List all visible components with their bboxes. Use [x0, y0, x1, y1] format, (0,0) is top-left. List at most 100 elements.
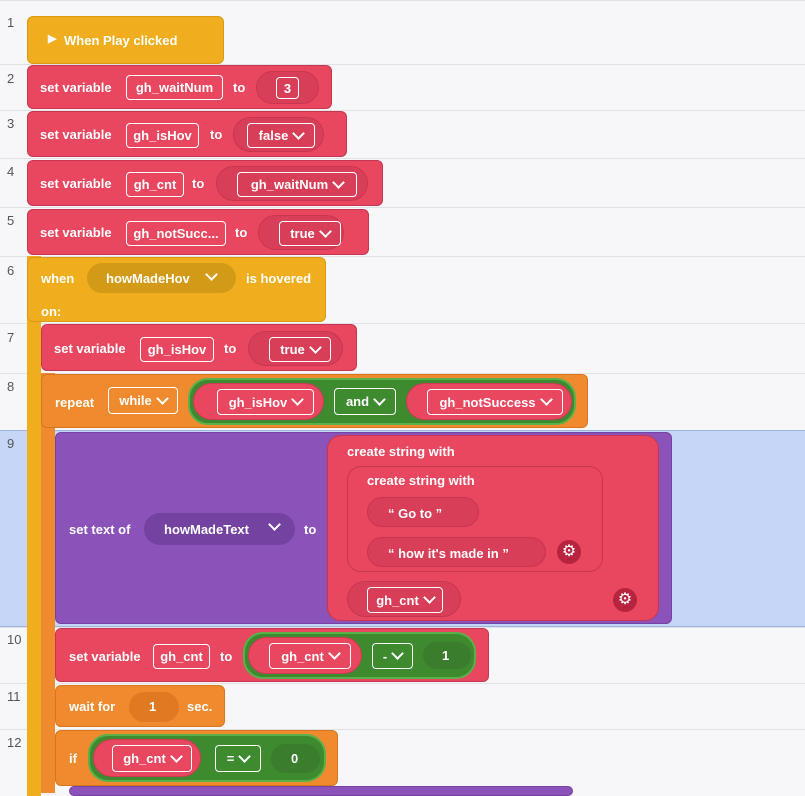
arithmetic-expression[interactable]: gh_cnt - 1	[243, 632, 476, 679]
dropdown-value: true	[290, 226, 315, 241]
set-variable-block[interactable]: set variable gh_cnt to gh_cnt - 1	[55, 628, 489, 682]
number-value: 1	[149, 699, 157, 714]
line-number: 4	[7, 164, 15, 179]
variable-name[interactable]: gh_isHov	[140, 337, 214, 362]
dropdown-value: gh_cnt	[376, 592, 419, 608]
expression-operand: gh_cnt	[248, 637, 362, 674]
wait-block[interactable]: wait for 1 sec.	[55, 685, 225, 727]
loop-mode-dropdown[interactable]: while	[108, 387, 178, 414]
set-text-block[interactable]: set text of howMadeText to create string…	[55, 432, 672, 624]
value-slot: 3	[256, 71, 319, 104]
dropdown-value: =	[226, 751, 235, 766]
dropdown-value: howMadeText	[164, 522, 249, 537]
when-hovered-block[interactable]: when howMadeHov is hovered on:	[27, 257, 326, 322]
keyword-label: set variable	[40, 127, 112, 142]
keyword-label: is hovered	[246, 271, 312, 286]
dropdown-value: gh_notSuccess	[439, 394, 536, 410]
keyword-label: to	[233, 80, 246, 95]
object-dropdown[interactable]: howMadeText	[144, 513, 295, 545]
chevron-down-icon	[422, 591, 436, 604]
string-literal[interactable]: “ how it's made in ”	[367, 537, 546, 567]
keyword-label: to	[220, 649, 233, 664]
variable-name[interactable]: gh_waitNum	[126, 75, 223, 100]
variable-name[interactable]: gh_isHov	[126, 123, 199, 148]
keyword-label: set variable	[40, 176, 112, 191]
gear-icon[interactable]: ⚙	[557, 540, 581, 564]
chevron-down-icon	[155, 391, 169, 405]
play-icon: ▶	[48, 33, 57, 45]
event-label: When Play clicked	[64, 33, 178, 48]
chevron-down-icon	[169, 749, 183, 763]
variable-dropdown[interactable]: gh_notSuccess	[427, 389, 563, 415]
set-variable-block[interactable]: set variable gh_isHov to false	[27, 111, 347, 157]
set-variable-block[interactable]: set variable gh_notSucc... to true	[27, 209, 369, 255]
number-input[interactable]: 3	[276, 77, 299, 99]
line-number: 11	[7, 689, 21, 704]
keyword-label: repeat	[55, 395, 95, 410]
if-block[interactable]: if gh_cnt = 0	[55, 730, 338, 786]
variable-dropdown[interactable]: gh_cnt	[367, 587, 443, 613]
keyword-label: set variable	[69, 649, 141, 664]
hover-event-spine	[27, 256, 41, 796]
chevron-down-icon	[391, 647, 405, 660]
number-slot[interactable]: 0	[271, 744, 320, 773]
line-number: 3	[7, 116, 15, 131]
value-slot: true	[248, 331, 343, 366]
value-slot: gh_cnt	[347, 581, 461, 617]
line-number: 8	[7, 379, 15, 394]
line-number: 12	[7, 735, 22, 750]
keyword-label: on:	[41, 304, 62, 319]
dropdown-value: -	[382, 648, 388, 664]
condition-operand: gh_notSuccess	[406, 383, 572, 420]
nested-create-string-block[interactable]: create string with “ Go to ” “ how it's …	[347, 466, 603, 572]
object-dropdown[interactable]: howMadeHov	[87, 263, 236, 293]
when-play-clicked-block[interactable]: ▶ When Play clicked	[27, 16, 224, 64]
dropdown-value: gh_waitNum	[250, 177, 329, 192]
string-value: “ how it's made in ”	[388, 546, 509, 561]
line-number: 6	[7, 263, 15, 278]
and-condition[interactable]: gh_isHov and gh_notSuccess	[188, 378, 576, 425]
math-operator-dropdown[interactable]: -	[372, 643, 413, 669]
logic-operator-dropdown[interactable]: and	[334, 388, 396, 415]
number-slot[interactable]: 1	[423, 642, 471, 669]
keyword-label: when	[41, 271, 75, 286]
number-value: 1	[442, 648, 450, 663]
variable-dropdown[interactable]: gh_waitNum	[237, 172, 357, 197]
dropdown-value: gh_cnt	[123, 751, 166, 766]
variable-dropdown[interactable]: gh_cnt	[269, 643, 351, 669]
keyword-label: to	[224, 341, 237, 356]
number-slot[interactable]: 1	[129, 692, 179, 722]
repeat-while-block[interactable]: repeat while gh_isHov and gh_notSuccess	[41, 374, 588, 428]
boolean-dropdown[interactable]: false	[247, 123, 315, 148]
boolean-dropdown[interactable]: true	[269, 337, 331, 362]
boolean-dropdown[interactable]: true	[279, 221, 341, 246]
keyword-label: sec.	[187, 699, 213, 714]
variable-dropdown[interactable]: gh_isHov	[217, 389, 314, 415]
dropdown-value: gh_cnt	[281, 648, 324, 664]
keyword-label: to	[304, 522, 317, 537]
condition-operand: gh_isHov	[193, 383, 324, 420]
keyword-label: set variable	[54, 341, 126, 356]
chevron-down-icon	[539, 393, 553, 406]
chevron-down-icon	[292, 126, 306, 140]
dropdown-value: false	[258, 128, 289, 143]
value-slot: true	[258, 215, 344, 250]
value-slot: false	[233, 117, 324, 152]
string-literal[interactable]: “ Go to ”	[367, 497, 479, 527]
create-string-block[interactable]: create string with create string with “ …	[327, 435, 659, 621]
variable-name[interactable]: gh_cnt	[153, 644, 210, 669]
keyword-label: set variable	[40, 225, 112, 240]
chevron-down-icon	[332, 175, 346, 189]
gear-icon[interactable]: ⚙	[613, 588, 637, 612]
chevron-down-icon	[291, 393, 305, 406]
comparison-condition[interactable]: gh_cnt = 0	[88, 734, 326, 782]
variable-dropdown[interactable]: gh_cnt	[112, 745, 192, 772]
set-variable-block[interactable]: set variable gh_isHov to true	[41, 324, 357, 371]
set-variable-block[interactable]: set variable gh_waitNum to 3	[27, 65, 332, 109]
dropdown-value: and	[345, 394, 370, 409]
variable-name[interactable]: gh_cnt	[126, 172, 184, 197]
comparison-operator-dropdown[interactable]: =	[215, 745, 261, 772]
set-variable-block[interactable]: set variable gh_cnt to gh_waitNum	[27, 160, 383, 206]
keyword-label: create string with	[367, 473, 475, 488]
variable-name[interactable]: gh_notSucc...	[126, 221, 226, 246]
